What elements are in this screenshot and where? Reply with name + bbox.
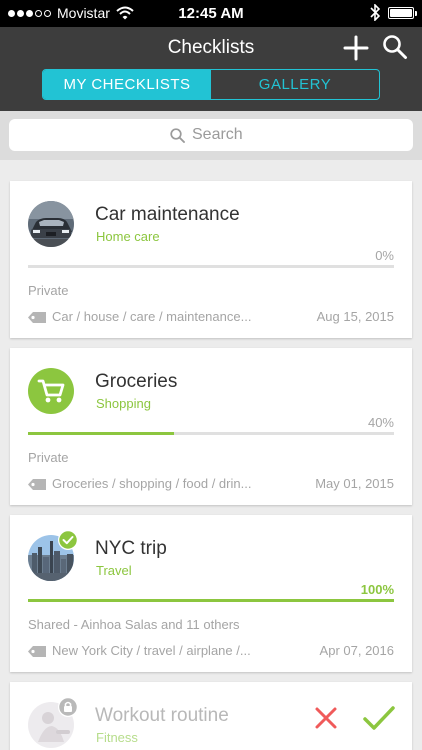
clock: 12:45 AM: [178, 5, 244, 22]
privacy-label: Private: [28, 283, 69, 298]
progress-bar: [28, 432, 394, 435]
tab-my-checklists[interactable]: MY CHECKLISTS: [43, 70, 211, 99]
checklist-title: Car maintenance: [95, 204, 240, 225]
lock-icon: [58, 697, 78, 717]
tags-text: Groceries / shopping / food / drin...: [52, 476, 252, 491]
checklist-date: Apr 07, 2016: [319, 643, 394, 658]
segmented-control: MY CHECKLISTS GALLERY: [42, 69, 380, 100]
checklist-date: Aug 15, 2015: [316, 309, 394, 324]
decline-icon[interactable]: [314, 706, 338, 730]
checklist-category: Travel: [96, 563, 132, 578]
checklist-date: May 01, 2015: [315, 476, 394, 491]
battery-icon: [388, 6, 417, 19]
progress-percent: 100%: [360, 582, 394, 597]
checklist-card[interactable]: NYC trip Travel 100% Shared - Ainhoa Sal…: [10, 515, 412, 672]
shopping-cart-icon: [28, 368, 74, 414]
checklist-title: Workout routine: [95, 705, 229, 726]
checklist-category: Fitness: [96, 730, 138, 745]
tag-icon: [28, 479, 46, 490]
checklist-title: NYC trip: [95, 538, 167, 559]
tag-icon: [28, 312, 46, 323]
tags-text: New York City / travel / airplane /...: [52, 643, 251, 658]
tag-icon: [28, 646, 46, 657]
sharing-label: Shared - Ainhoa Salas and 11 others: [28, 617, 240, 632]
checklist-category: Shopping: [96, 396, 151, 411]
accept-icon[interactable]: [362, 704, 396, 732]
checklist-category: Home care: [96, 229, 160, 244]
search-bar[interactable]: [9, 119, 413, 151]
search-icon[interactable]: [382, 34, 408, 60]
navigation-bar: Checklists MY CHECKLISTS GALLERY: [0, 27, 422, 111]
progress-percent: 40%: [367, 415, 394, 430]
checklist-card-pending[interactable]: Workout routine Fitness: [10, 682, 412, 750]
tab-gallery[interactable]: GALLERY: [211, 70, 379, 99]
progress-bar: [28, 599, 394, 602]
plus-icon[interactable]: [342, 34, 370, 62]
privacy-label: Private: [28, 450, 69, 465]
completed-check-icon: [58, 530, 78, 550]
search-input[interactable]: [192, 126, 252, 144]
search-area: [0, 111, 422, 160]
search-icon: [170, 127, 185, 143]
checklist-card[interactable]: Groceries Shopping 40% Private Groceries…: [10, 348, 412, 505]
bluetooth-icon: [370, 4, 380, 21]
car-photo: [28, 201, 74, 247]
progress-bar: [28, 265, 394, 268]
checklist-card[interactable]: Car maintenance Home care 0% Private Car…: [10, 181, 412, 338]
progress-percent: 0%: [375, 248, 394, 263]
tags-text: Car / house / care / maintenance...: [52, 309, 252, 324]
status-bar: Movistar 12:45 AM: [0, 0, 422, 27]
checklist-title: Groceries: [95, 371, 178, 392]
